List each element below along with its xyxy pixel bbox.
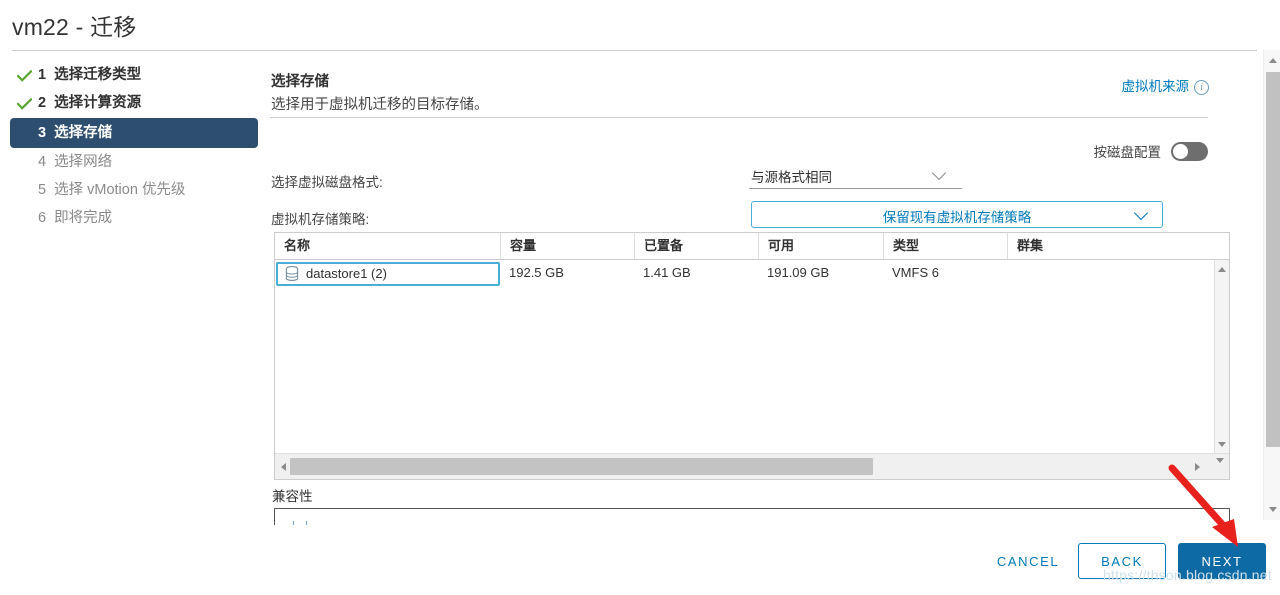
column-header-provisioned[interactable]: 已置备	[635, 233, 759, 259]
table-header-row: 名称 容量 已置备 可用 类型 群集	[275, 233, 1229, 260]
vm-source-link[interactable]: 虚拟机来源 i	[1121, 75, 1209, 95]
sidebar-step-4-number: 4	[38, 154, 47, 170]
sidebar-step-3[interactable]: 3 选择存储	[10, 118, 258, 148]
sidebar-step-5-label: 选择 vMotion 优先级	[54, 182, 186, 198]
back-button[interactable]: BACK	[1078, 543, 1166, 579]
sidebar-step-5-number: 5	[38, 182, 47, 198]
sidebar-step-6-label: 即将完成	[54, 210, 113, 226]
per-disk-config-toggle[interactable]	[1171, 141, 1208, 161]
scroll-right-icon[interactable]	[1192, 462, 1202, 472]
disk-format-label: 选择虚拟磁盘格式:	[271, 175, 383, 190]
disk-format-select[interactable]: 与源格式相同	[749, 164, 962, 189]
column-header-type[interactable]: 类型	[884, 233, 1008, 259]
wizard-steps-nav: 1 选择迁移类型 2 选择计算资源 3 选择存储 4 选择网络 5 选择 vMo…	[10, 62, 258, 233]
panel-header-divider	[270, 117, 1208, 118]
sidebar-step-1-number: 1	[38, 67, 47, 83]
footer-actions: CANCEL BACK NEXT	[990, 543, 1266, 579]
datastore-type-cell: VMFS 6	[892, 265, 939, 280]
sidebar-step-5[interactable]: 5 选择 vMotion 优先级	[10, 177, 258, 204]
sidebar-step-4[interactable]: 4 选择网络	[10, 149, 258, 176]
column-header-name[interactable]: 名称	[275, 233, 501, 259]
column-header-free[interactable]: 可用	[759, 233, 884, 259]
next-button[interactable]: NEXT	[1178, 543, 1266, 579]
panel-title: 选择存储	[271, 74, 329, 90]
cancel-button[interactable]: CANCEL	[990, 543, 1066, 579]
compatibility-box	[274, 508, 1230, 525]
scroll-up-icon[interactable]	[1268, 55, 1278, 65]
datastore-icon	[285, 266, 299, 281]
check-icon	[16, 90, 32, 117]
sidebar-step-2-label: 选择计算资源	[54, 95, 142, 111]
compatibility-clipped-text	[329, 520, 332, 525]
datastore-free-cell: 191.09 GB	[767, 265, 830, 280]
per-disk-config-row: 按磁盘配置	[1093, 141, 1208, 161]
scroll-left-icon[interactable]	[278, 462, 288, 472]
page-title: vm22 - 迁移	[12, 14, 137, 40]
sidebar-step-4-label: 选择网络	[54, 154, 113, 170]
vm-source-link-label: 虚拟机来源	[1121, 79, 1190, 94]
sidebar-step-2-number: 2	[38, 95, 47, 111]
storage-policy-select[interactable]: 保留现有虚拟机存储策略	[751, 201, 1163, 228]
scroll-down-icon[interactable]	[1268, 504, 1278, 514]
content-panel: 选择存储 选择用于虚拟机迁移的目标存储。 虚拟机来源 i 按磁盘配置 选择虚拟磁盘…	[266, 60, 1241, 525]
info-icon[interactable]: i	[1194, 80, 1209, 95]
chevron-down-icon	[931, 165, 947, 181]
datastore-provisioned-cell: 1.41 GB	[643, 265, 691, 280]
column-header-cluster[interactable]: 群集	[1008, 233, 1229, 259]
compatibility-label: 兼容性	[272, 489, 313, 504]
per-disk-config-label: 按磁盘配置	[1093, 145, 1162, 160]
disk-format-select-value: 与源格式相同	[751, 170, 832, 185]
table-horizontal-scrollbar[interactable]	[275, 453, 1229, 481]
sidebar-step-1[interactable]: 1 选择迁移类型	[10, 62, 258, 89]
sidebar-step-6[interactable]: 6 即将完成	[10, 205, 258, 232]
compatibility-check-icon	[293, 521, 307, 525]
sidebar-step-2[interactable]: 2 选择计算资源	[10, 90, 258, 117]
title-divider	[12, 50, 1257, 51]
storage-policy-select-value: 保留现有虚拟机存储策略	[882, 210, 1032, 225]
table-body: datastore1 (2) 192.5 GB 1.41 GB 191.09 G…	[275, 260, 1229, 453]
sidebar-step-3-label: 选择存储	[54, 125, 113, 141]
datastore-name-label: datastore1 (2)	[306, 265, 387, 281]
table-row[interactable]: datastore1 (2) 192.5 GB 1.41 GB 191.09 G…	[275, 260, 1229, 286]
column-header-capacity[interactable]: 容量	[501, 233, 635, 259]
scroll-up-icon[interactable]	[1215, 262, 1229, 276]
sidebar-step-3-number: 3	[38, 125, 47, 141]
sidebar-step-1-label: 选择迁移类型	[54, 67, 142, 83]
compatibility-clipped-content	[293, 520, 332, 525]
table-vertical-scrollbar[interactable]	[1214, 260, 1229, 453]
scroll-corner-down-icon[interactable]	[1216, 458, 1224, 481]
scroll-down-icon[interactable]	[1215, 437, 1229, 451]
panel-subtitle: 选择用于虚拟机迁移的目标存储。	[271, 97, 489, 113]
check-icon	[16, 62, 32, 89]
datastore-capacity-cell: 192.5 GB	[509, 265, 564, 280]
datastore-name-cell[interactable]: datastore1 (2)	[276, 261, 500, 286]
dialog-scroll-thumb[interactable]	[1266, 72, 1280, 447]
datastore-table: 名称 容量 已置备 可用 类型 群集 datastore1 (2) 192.5 …	[274, 232, 1230, 480]
sidebar-step-6-number: 6	[38, 210, 47, 226]
dialog-vertical-scrollbar[interactable]	[1263, 50, 1280, 520]
storage-policy-label: 虚拟机存储策略:	[271, 212, 370, 227]
horizontal-scroll-thumb[interactable]	[290, 458, 873, 475]
